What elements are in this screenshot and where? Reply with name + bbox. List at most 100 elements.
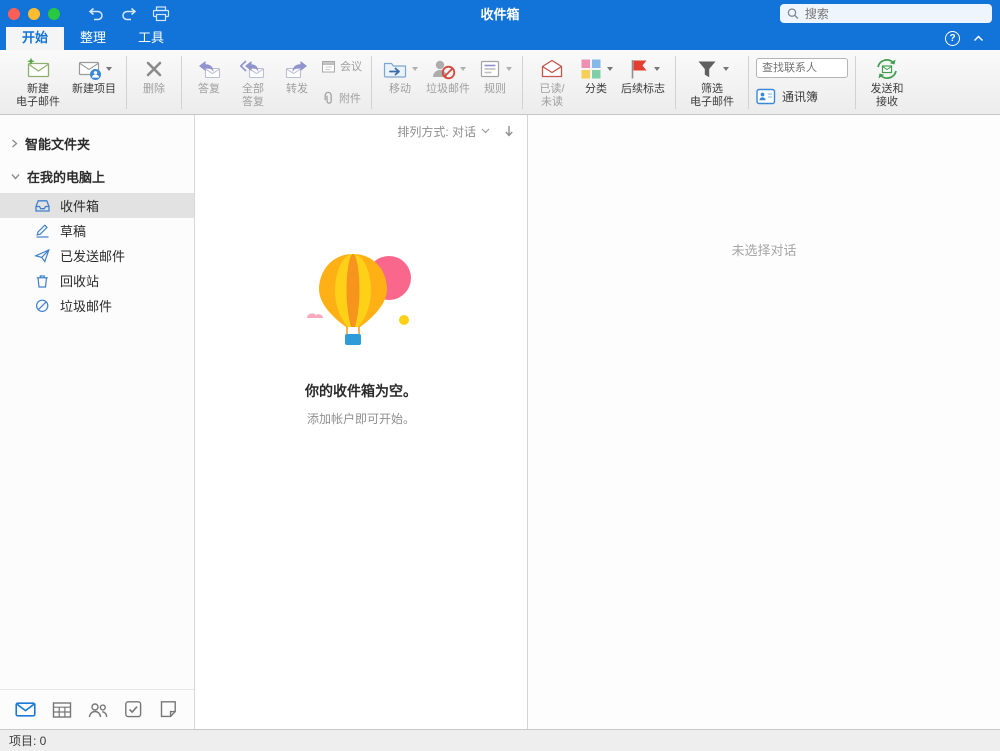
- titlebar-quick-actions: [88, 6, 170, 22]
- junk-folder-icon: [34, 298, 51, 313]
- undo-icon: [88, 7, 105, 21]
- mail-icon: [15, 700, 36, 719]
- ribbon-group-find: 通讯簿: [751, 53, 853, 112]
- ribbon-group-tags: 已读/ 未读 分类: [525, 53, 673, 112]
- status-bar: 项目: 0: [0, 729, 1000, 751]
- sidebar-section-on-my-computer[interactable]: 在我的电脑上: [0, 160, 194, 193]
- zoom-window-button[interactable]: [48, 8, 60, 20]
- dropdown-arrow-icon: [460, 67, 466, 71]
- delete-label: 删除: [143, 83, 165, 96]
- tabrow-right-controls: ?: [945, 31, 994, 50]
- tab-tools[interactable]: 工具: [122, 24, 180, 50]
- print-button[interactable]: [152, 6, 170, 22]
- redo-button[interactable]: [120, 7, 137, 21]
- find-contact-input[interactable]: [762, 62, 842, 74]
- tasks-module-button[interactable]: [124, 700, 143, 719]
- folder-trash[interactable]: 回收站: [0, 268, 194, 293]
- send-receive-icon: [874, 55, 900, 83]
- no-conversation-text: 未选择对话: [731, 240, 796, 259]
- sort-direction-button[interactable]: [504, 125, 514, 137]
- ribbon-tab-row: 开始 整理 工具 ?: [0, 27, 1000, 50]
- arrange-by-control[interactable]: 排列方式: 对话: [397, 123, 490, 140]
- reply-button[interactable]: 答复: [189, 53, 229, 98]
- notes-module-button[interactable]: [159, 700, 178, 719]
- mail-module-button[interactable]: [15, 700, 36, 719]
- sidebar-section-smart-folders[interactable]: 智能文件夹: [0, 127, 194, 160]
- dropdown-arrow-icon: [654, 67, 660, 71]
- delete-button[interactable]: 删除: [134, 53, 174, 98]
- dropdown-arrow-icon: [412, 67, 418, 71]
- traffic-lights: [8, 8, 60, 20]
- collapse-ribbon-button[interactable]: [973, 35, 984, 42]
- junk-label: 垃圾邮件: [426, 83, 470, 96]
- junk-icon: [430, 55, 466, 83]
- junk-button[interactable]: 垃圾邮件: [423, 53, 473, 98]
- address-book-button[interactable]: 通讯簿: [756, 88, 848, 105]
- search-icon: [787, 7, 799, 20]
- new-items-button[interactable]: 新建项目: [69, 53, 119, 98]
- folder-label: 草稿: [60, 221, 86, 240]
- attachment-button[interactable]: 附件: [321, 90, 362, 106]
- move-icon: [382, 55, 418, 83]
- move-button[interactable]: 移动: [379, 53, 421, 98]
- tab-home[interactable]: 开始: [6, 24, 64, 50]
- help-button[interactable]: ?: [945, 31, 960, 46]
- folder-drafts[interactable]: 草稿: [0, 218, 194, 243]
- forward-button[interactable]: 转发: [277, 53, 317, 98]
- arrange-by-label: 排列方式: 对话: [397, 123, 476, 140]
- calendar-module-button[interactable]: [52, 701, 72, 719]
- folder-label: 垃圾邮件: [60, 296, 112, 315]
- reply-all-button[interactable]: 全部 答复: [231, 53, 275, 111]
- chevron-right-icon: [11, 139, 18, 148]
- undo-button[interactable]: [88, 7, 105, 21]
- read-unread-label: 已读/ 未读: [539, 83, 564, 109]
- new-email-label: 新建 电子邮件: [16, 83, 60, 109]
- sent-icon: [34, 248, 51, 263]
- ribbon-group-filter: 筛选 电子邮件: [678, 53, 746, 112]
- folder-sidebar: 智能文件夹 在我的电脑上 收件箱: [0, 115, 195, 729]
- ribbon-divider: [371, 56, 372, 109]
- address-book-icon: [756, 88, 776, 105]
- empty-inbox-title: 你的收件箱为空。: [305, 381, 417, 401]
- meeting-button[interactable]: 会议: [321, 58, 362, 74]
- balloon-illustration: [301, 250, 421, 355]
- delete-icon: [142, 55, 166, 83]
- search-input[interactable]: [805, 7, 985, 21]
- dropdown-arrow-icon: [723, 67, 729, 71]
- address-book-label: 通讯簿: [782, 88, 818, 105]
- ribbon-small-buttons: 会议 附件: [319, 53, 364, 113]
- follow-up-button[interactable]: 后续标志: [618, 53, 668, 98]
- trash-icon: [34, 273, 51, 288]
- filter-email-icon: [695, 55, 729, 83]
- read-unread-button[interactable]: 已读/ 未读: [530, 53, 574, 111]
- redo-icon: [120, 7, 137, 21]
- categorize-button[interactable]: 分类: [576, 53, 616, 98]
- people-icon: [88, 701, 108, 719]
- people-module-button[interactable]: [88, 701, 108, 719]
- meeting-label: 会议: [340, 58, 362, 74]
- new-email-button[interactable]: 新建 电子邮件: [9, 53, 67, 111]
- folder-inbox[interactable]: 收件箱: [0, 193, 194, 218]
- ribbon-divider: [855, 56, 856, 109]
- calendar-icon: [52, 701, 72, 719]
- print-icon: [152, 6, 170, 22]
- ribbon-group-move: 移动 垃圾邮件: [374, 53, 520, 112]
- find-column: 通讯簿: [756, 53, 848, 105]
- attachment-label: 附件: [339, 90, 361, 106]
- empty-inbox-state: 你的收件箱为空。 添加帐户即可开始。: [195, 250, 527, 427]
- folder-sent[interactable]: 已发送邮件: [0, 243, 194, 268]
- notes-icon: [159, 700, 178, 719]
- reply-label: 答复: [198, 83, 220, 96]
- minimize-window-button[interactable]: [28, 8, 40, 20]
- find-contact-box[interactable]: [756, 58, 848, 78]
- folder-junk[interactable]: 垃圾邮件: [0, 293, 194, 318]
- module-switcher: [0, 689, 194, 729]
- ribbon-divider: [181, 56, 182, 109]
- close-window-button[interactable]: [8, 8, 20, 20]
- filter-email-button[interactable]: 筛选 电子邮件: [683, 53, 741, 111]
- tab-organize[interactable]: 整理: [64, 24, 122, 50]
- filter-email-label: 筛选 电子邮件: [690, 83, 734, 109]
- rules-button[interactable]: 规则: [475, 53, 515, 98]
- send-receive-button[interactable]: 发送和 接收: [863, 53, 911, 111]
- search-box[interactable]: [780, 4, 992, 23]
